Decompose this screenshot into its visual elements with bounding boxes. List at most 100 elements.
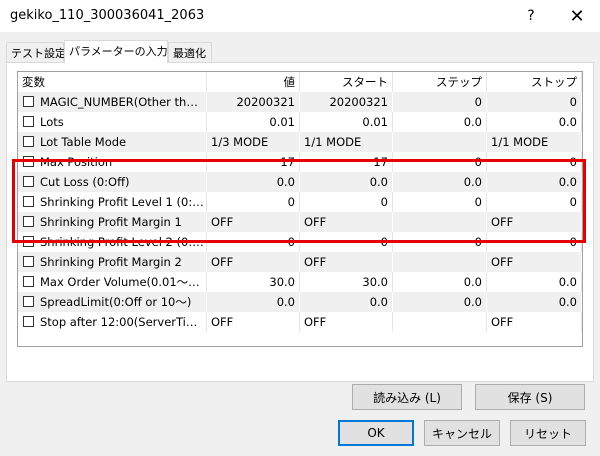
variable-name: Stop after 12:00(ServerTime)... <box>40 315 204 329</box>
save-button[interactable]: 保存 (S) <box>475 384 585 410</box>
stop-cell[interactable]: 0.0 <box>487 172 582 192</box>
start-cell[interactable]: OFF <box>300 252 393 272</box>
start-cell[interactable]: 0.0 <box>300 292 393 312</box>
table-row[interactable]: Lot Table Mode 1/3 MODE 1/1 MODE 1/1 MOD… <box>18 132 582 152</box>
value-cell[interactable]: 0.0 <box>207 172 300 192</box>
column-header-variable[interactable]: 変数 <box>18 72 207 92</box>
stop-cell[interactable]: OFF <box>487 252 582 272</box>
step-cell[interactable]: 0 <box>393 192 487 212</box>
table-row[interactable]: Max Position 17 17 0 0 <box>18 152 582 172</box>
table-row[interactable]: Lots 0.01 0.01 0.0 0.0 <box>18 112 582 132</box>
stop-cell[interactable]: 0 <box>487 152 582 172</box>
value-cell[interactable]: 20200321 <box>207 92 300 112</box>
optimize-checkbox[interactable] <box>23 176 34 187</box>
stop-cell[interactable]: 1/1 MODE <box>487 132 582 152</box>
variable-cell: Shrinking Profit Level 1 (0:Of... <box>18 192 207 212</box>
optimize-checkbox[interactable] <box>23 256 34 267</box>
stop-cell[interactable]: 0 <box>487 92 582 112</box>
value-cell[interactable]: OFF <box>207 252 300 272</box>
value-cell[interactable]: 0 <box>207 232 300 252</box>
table-row[interactable]: Shrinking Profit Level 1 (0:Of... 0 0 0 … <box>18 192 582 212</box>
value-cell[interactable]: OFF <box>207 312 300 332</box>
value-cell[interactable]: 0.0 <box>207 292 300 312</box>
start-cell[interactable]: 1/1 MODE <box>300 132 393 152</box>
help-button[interactable]: ? <box>508 0 554 32</box>
table-row[interactable]: Shrinking Profit Margin 1 OFF OFF OFF <box>18 212 582 232</box>
parameter-grid: 変数 値 スタート ステップ ストップ MAGIC_NUMBER(Other t… <box>17 71 583 347</box>
optimize-checkbox[interactable] <box>23 156 34 167</box>
close-button[interactable]: ✕ <box>554 0 600 32</box>
cancel-button[interactable]: キャンセル <box>424 420 500 446</box>
column-header-step[interactable]: ステップ <box>393 72 487 92</box>
column-header-stop[interactable]: ストップ <box>487 72 582 92</box>
step-cell[interactable]: 0.0 <box>393 172 487 192</box>
start-cell[interactable]: 0 <box>300 192 393 212</box>
start-cell[interactable]: OFF <box>300 212 393 232</box>
table-row[interactable]: Max Order Volume(0.01～30) 30.0 30.0 0.0 … <box>18 272 582 292</box>
table-row[interactable]: Stop after 12:00(ServerTime)... OFF OFF … <box>18 312 582 332</box>
start-cell[interactable]: 30.0 <box>300 272 393 292</box>
optimize-checkbox[interactable] <box>23 296 34 307</box>
optimize-checkbox[interactable] <box>23 236 34 247</box>
value-cell[interactable]: OFF <box>207 212 300 232</box>
start-cell[interactable]: OFF <box>300 312 393 332</box>
step-cell[interactable]: 0.0 <box>393 292 487 312</box>
step-cell[interactable] <box>393 132 487 152</box>
step-cell[interactable]: 0 <box>393 232 487 252</box>
stop-cell[interactable]: OFF <box>487 212 582 232</box>
table-row[interactable]: Shrinking Profit Level 2 (0:Off) 0 0 0 0 <box>18 232 582 252</box>
start-cell[interactable]: 20200321 <box>300 92 393 112</box>
value-cell[interactable]: 1/3 MODE <box>207 132 300 152</box>
step-cell[interactable]: 0 <box>393 152 487 172</box>
stop-cell[interactable]: 0.0 <box>487 272 582 292</box>
variable-cell: Lot Table Mode <box>18 132 207 152</box>
step-cell[interactable] <box>393 212 487 232</box>
variable-name: Lot Table Mode <box>40 135 127 149</box>
variable-name: Shrinking Profit Level 2 (0:Off) <box>40 235 204 249</box>
load-button[interactable]: 読み込み (L) <box>352 384 462 410</box>
tab-optimization[interactable]: 最適化 <box>168 42 212 62</box>
variable-cell: Cut Loss (0:Off) <box>18 172 207 192</box>
optimize-checkbox[interactable] <box>23 116 34 127</box>
ok-button[interactable]: OK <box>338 420 414 446</box>
start-cell[interactable]: 0.01 <box>300 112 393 132</box>
value-cell[interactable]: 0 <box>207 192 300 212</box>
optimize-checkbox[interactable] <box>23 136 34 147</box>
step-cell[interactable] <box>393 252 487 272</box>
step-cell[interactable]: 0.0 <box>393 272 487 292</box>
stop-cell[interactable]: 0 <box>487 192 582 212</box>
optimize-checkbox[interactable] <box>23 196 34 207</box>
start-cell[interactable]: 17 <box>300 152 393 172</box>
stop-cell[interactable]: 0.0 <box>487 292 582 312</box>
grid-header: 変数 値 スタート ステップ ストップ <box>18 72 582 92</box>
stop-cell[interactable]: 0.0 <box>487 112 582 132</box>
optimize-checkbox[interactable] <box>23 316 34 327</box>
tab-parameter-input[interactable]: パラメーターの入力 <box>64 40 168 63</box>
optimize-checkbox[interactable] <box>23 276 34 287</box>
start-cell[interactable]: 0.0 <box>300 172 393 192</box>
table-row[interactable]: SpreadLimit(0:Off or 10～) 0.0 0.0 0.0 0.… <box>18 292 582 312</box>
table-row[interactable]: Shrinking Profit Margin 2 OFF OFF OFF <box>18 252 582 272</box>
optimize-checkbox[interactable] <box>23 216 34 227</box>
column-header-value[interactable]: 値 <box>207 72 300 92</box>
table-row[interactable]: MAGIC_NUMBER(Other than... 20200321 2020… <box>18 92 582 112</box>
variable-name: Cut Loss (0:Off) <box>40 175 130 189</box>
optimize-checkbox[interactable] <box>23 96 34 107</box>
step-cell[interactable]: 0.0 <box>393 112 487 132</box>
variable-name: MAGIC_NUMBER(Other than... <box>40 95 204 109</box>
value-cell[interactable]: 0.01 <box>207 112 300 132</box>
table-row[interactable]: Cut Loss (0:Off) 0.0 0.0 0.0 0.0 <box>18 172 582 192</box>
value-cell[interactable]: 17 <box>207 152 300 172</box>
step-cell[interactable]: 0 <box>393 92 487 112</box>
column-header-start[interactable]: スタート <box>300 72 393 92</box>
variable-name: Lots <box>40 115 64 129</box>
title-bar: gekiko_110_300036041_2063 ? ✕ <box>0 0 600 32</box>
reset-button[interactable]: リセット <box>510 420 586 446</box>
stop-cell[interactable]: OFF <box>487 312 582 332</box>
step-cell[interactable] <box>393 312 487 332</box>
value-cell[interactable]: 30.0 <box>207 272 300 292</box>
tab-test-settings[interactable]: テスト設定 <box>6 42 66 62</box>
stop-cell[interactable]: 0 <box>487 232 582 252</box>
start-cell[interactable]: 0 <box>300 232 393 252</box>
window-title: gekiko_110_300036041_2063 <box>10 8 205 23</box>
